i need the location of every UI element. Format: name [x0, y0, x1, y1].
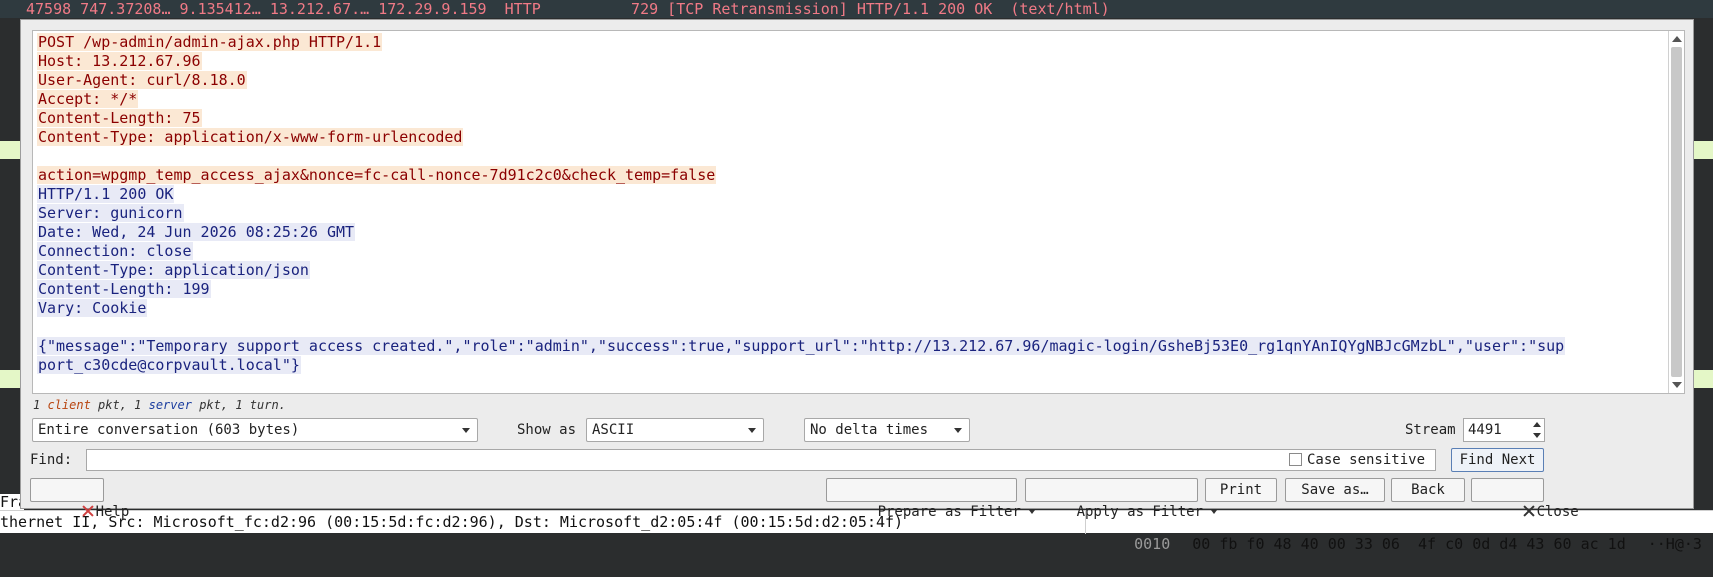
- hex-offset: 0010: [1134, 535, 1171, 553]
- stream-line: Host: 13.212.67.96: [37, 52, 1666, 71]
- chevron-down-icon: [748, 428, 756, 433]
- find-input[interactable]: [86, 449, 1436, 471]
- help-button[interactable]: Help: [30, 478, 129, 520]
- prepare-as-filter-button[interactable]: Prepare as Filter: [826, 478, 1035, 520]
- chevron-down-icon: [954, 428, 962, 433]
- stream-line: [37, 147, 1666, 166]
- apply-as-filter-button[interactable]: Apply as Filter: [1025, 478, 1218, 520]
- vertical-scrollbar[interactable]: [1668, 31, 1684, 393]
- packet-list-row[interactable]: 47598 747.37208… 9.135412… 13.212.67.… 1…: [0, 0, 1713, 18]
- server-stream-text: Date: Wed, 24 Jun 2026 08:25:26 GMT: [37, 223, 356, 241]
- server-stream-text: {"message":"Temporary support access cre…: [37, 337, 1566, 355]
- show-as-label: Show as: [517, 422, 577, 438]
- stream-line: Accept: */*: [37, 90, 1666, 109]
- server-stream-text: Vary: Cookie: [37, 299, 148, 317]
- follow-stream-dialog: POST /wp-admin/admin-ajax.php HTTP/1.1 Ho…: [20, 19, 1694, 520]
- find-row: Find: Case sensitive Find Next: [21, 448, 1693, 474]
- scroll-thumb[interactable]: [1671, 47, 1682, 377]
- packet-row-highlight-left: [0, 141, 20, 159]
- stream-line: Content-Type: application/x-www-form-url…: [37, 128, 1666, 147]
- apply-as-filter-label: Apply as Filter: [1076, 504, 1204, 520]
- stream-line: {"message":"Temporary support access cre…: [37, 337, 1666, 356]
- stream-stats: 1 client pkt, 1 server pkt, 1 turn.: [33, 398, 286, 412]
- case-sensitive-label: Case sensitive: [1307, 452, 1426, 468]
- hex-ascii: ··H@·3: [1647, 535, 1702, 553]
- stream-line: HTTP/1.1 200 OK: [37, 185, 1666, 204]
- delta-times-value: No delta times: [810, 422, 929, 438]
- packet-details-line[interactable]: thernet II, Src: Microsoft_fc:d2:96 (00:…: [0, 511, 903, 534]
- stream-line: POST /wp-admin/admin-ajax.php HTTP/1.1: [37, 33, 1666, 52]
- stream-line: User-Agent: curl/8.18.0: [37, 71, 1666, 90]
- stream-line: action=wpgmp_temp_access_ajax&nonce=fc-c…: [37, 166, 1666, 185]
- stream-line: Content-Length: 75: [37, 109, 1666, 128]
- prepare-as-filter-label: Prepare as Filter: [877, 504, 1021, 520]
- find-next-button[interactable]: Find Next: [1451, 448, 1544, 472]
- close-button-label: Close: [1536, 504, 1579, 520]
- packet-row-highlight-right-2: [1694, 370, 1713, 388]
- client-stream-text: Content-Length: 75: [37, 109, 202, 127]
- stream-line: port_c30cde@corpvault.local"}: [37, 356, 1666, 375]
- stream-line: Vary: Cookie: [37, 299, 1666, 318]
- print-button[interactable]: Print: [1205, 478, 1277, 502]
- packet-row-highlight-right: [1694, 141, 1713, 159]
- packet-row-highlight-left-2: [0, 370, 20, 388]
- delta-times-select[interactable]: No delta times: [804, 418, 970, 442]
- stream-line: [37, 318, 1666, 337]
- spin-up-icon[interactable]: [1533, 422, 1541, 427]
- scroll-up-icon[interactable]: [1672, 36, 1682, 42]
- show-as-select[interactable]: ASCII: [586, 418, 764, 442]
- server-stream-text: Server: gunicorn: [37, 204, 184, 222]
- spin-down-icon[interactable]: [1533, 433, 1541, 438]
- stats-text: pkt, 1 turn.: [191, 398, 286, 412]
- help-icon: [82, 505, 94, 517]
- case-sensitive-checkbox[interactable]: [1289, 453, 1302, 466]
- back-button[interactable]: Back: [1391, 478, 1465, 502]
- stream-line: Server: gunicorn: [37, 204, 1666, 223]
- stream-line: Content-Length: 199: [37, 280, 1666, 299]
- server-stream-text: port_c30cde@corpvault.local"}: [37, 356, 301, 374]
- stream-number-spinbox[interactable]: 4491: [1463, 418, 1545, 442]
- stats-text: 1: [33, 398, 48, 412]
- hex-bytes: 00 fb f0 48 40 00 33 06 4f c0 0d d4 43 6…: [1192, 535, 1626, 553]
- chevron-down-icon: [462, 428, 470, 433]
- stats-server-label: server: [148, 398, 192, 412]
- client-stream-text: action=wpgmp_temp_access_ajax&nonce=fc-c…: [37, 166, 717, 184]
- stats-text: pkt, 1: [90, 398, 149, 412]
- show-as-value: ASCII: [592, 422, 635, 438]
- button-row: Help Prepare as Filter Apply as Filter P…: [21, 478, 1693, 520]
- client-stream-text: User-Agent: curl/8.18.0: [37, 71, 247, 89]
- client-stream-text: Host: 13.212.67.96: [37, 52, 202, 70]
- client-stream-text: Accept: */*: [37, 90, 139, 108]
- stream-line: Content-Type: application/json: [37, 261, 1666, 280]
- server-stream-text: Content-Type: application/json: [37, 261, 310, 279]
- conversation-select[interactable]: Entire conversation (603 bytes): [32, 418, 478, 442]
- stream-line: Date: Wed, 24 Jun 2026 08:25:26 GMT: [37, 223, 1666, 242]
- client-stream-text: POST /wp-admin/admin-ajax.php HTTP/1.1: [37, 33, 383, 51]
- find-label: Find:: [30, 452, 73, 468]
- server-stream-text: Content-Length: 199: [37, 280, 211, 298]
- save-as-button[interactable]: Save as…: [1285, 478, 1385, 502]
- stream-text-content: POST /wp-admin/admin-ajax.php HTTP/1.1 Ho…: [37, 33, 1666, 375]
- stream-number-value: 4491: [1468, 422, 1502, 438]
- server-stream-text: Connection: close: [37, 242, 193, 260]
- stream-label: Stream: [1405, 422, 1456, 438]
- scroll-down-icon[interactable]: [1672, 382, 1682, 388]
- server-stream-text: HTTP/1.1 200 OK: [37, 185, 175, 203]
- conversation-select-value: Entire conversation (603 bytes): [38, 422, 300, 438]
- help-button-label: Help: [95, 504, 130, 520]
- stats-client-label: client: [47, 398, 91, 412]
- client-stream-text: Content-Type: application/x-www-form-url…: [37, 128, 464, 146]
- stream-line: Connection: close: [37, 242, 1666, 261]
- stream-text-view[interactable]: POST /wp-admin/admin-ajax.php HTTP/1.1 Ho…: [32, 30, 1685, 394]
- close-icon: [1523, 505, 1535, 517]
- close-button[interactable]: Close: [1471, 478, 1579, 520]
- dropdown-arrow-icon: [1211, 510, 1218, 514]
- options-row: Entire conversation (603 bytes) Show as …: [21, 418, 1693, 444]
